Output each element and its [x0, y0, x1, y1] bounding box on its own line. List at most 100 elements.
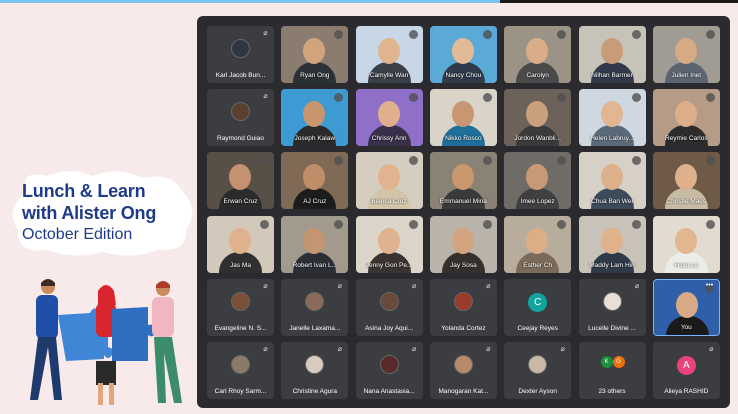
participant-tile[interactable]: Christie Maes: [652, 152, 720, 210]
participant-tile[interactable]: ⌀ Manogaran Kat...: [429, 342, 497, 399]
participant-name: Emmanuel Mina: [439, 198, 487, 206]
participant-tile[interactable]: Jordon Wanbli...: [504, 89, 572, 147]
participant-tile[interactable]: Chua Ban Wei: [578, 152, 646, 210]
participant-face: [600, 101, 623, 128]
participant-name: Imee Lopez: [520, 198, 555, 206]
puzzle-illustration: [30, 279, 182, 405]
participant-name: Jay Sosa: [450, 261, 477, 269]
others-tile[interactable]: K G 23 others: [578, 342, 646, 399]
participant-name: Ryan Ong: [300, 72, 330, 79]
participant-tile[interactable]: Julien Inet: [652, 26, 720, 83]
participant-tile[interactable]: Emmanuel Mina: [429, 152, 497, 210]
participant-tile[interactable]: A ⌀ Alieya RASHID: [652, 342, 720, 399]
participant-name: Joseph Kalaw: [294, 135, 336, 143]
avatar: [379, 355, 399, 374]
mic-muted-icon: [705, 30, 715, 39]
event-title-line2: with Alister Ong: [22, 203, 157, 223]
more-options-icon[interactable]: •••: [706, 282, 716, 289]
participant-tile[interactable]: Chrissy Ann: [355, 89, 423, 147]
participant-tile[interactable]: Maddy Lam Hin: [578, 215, 646, 273]
participant-tile[interactable]: AJ Cruz: [281, 152, 349, 210]
participant-name: You: [680, 323, 692, 331]
participant-face: [600, 227, 623, 254]
participant-tile[interactable]: C Ceejay Reyes: [504, 278, 572, 336]
participant-name: Nana Anastasia...: [363, 388, 415, 395]
participant-tile[interactable]: Carolyn: [504, 26, 572, 83]
participant-tile[interactable]: Hiciu Lu: [652, 215, 720, 273]
participant-name: Reymie Carlos: [664, 135, 708, 143]
mic-muted-icon: ⌀: [263, 282, 268, 290]
participant-face: [674, 38, 697, 64]
participant-tile[interactable]: Nancy Chou: [429, 26, 497, 83]
participant-tile[interactable]: Ryan Ong: [281, 26, 349, 83]
self-video-tile[interactable]: ••• You: [652, 278, 720, 336]
avatar: [453, 355, 473, 374]
participant-tile[interactable]: Bianca Cruz: [355, 152, 423, 210]
participant-tile[interactable]: Helen Labruy...: [578, 89, 646, 147]
participant-tile[interactable]: ⌀ Nana Anastasia...: [355, 342, 423, 399]
mic-muted-icon: [408, 156, 418, 166]
participant-tile[interactable]: ⌀ Karl Jacob Bun...: [207, 26, 274, 83]
participant-tile[interactable]: ⌀ Evangeline N. S...: [207, 278, 274, 336]
event-subtitle: October Edition: [22, 226, 133, 243]
participant-name: Chrissy Ann: [371, 135, 407, 143]
mic-muted-icon: ⌀: [560, 346, 565, 353]
mic-muted-icon: ⌀: [634, 282, 640, 290]
participant-name: AJ Cruz: [303, 198, 327, 206]
participant-tile[interactable]: Erwan Cruz: [207, 152, 274, 210]
participant-name: Jordon Wanbli...: [514, 135, 562, 143]
mic-muted-icon: ⌀: [486, 346, 491, 353]
participant-face: [229, 227, 251, 254]
participant-tile[interactable]: Camylle Wan: [355, 26, 423, 83]
mic-muted-icon: ⌀: [263, 346, 268, 353]
mic-muted-icon: [408, 30, 418, 39]
participant-tile[interactable]: Esther Ch: [504, 215, 572, 273]
others-avatars: KG: [600, 356, 625, 368]
participant-tile[interactable]: Reymie Carlos: [652, 89, 720, 147]
participant-name: Dexter Ayson: [518, 388, 557, 395]
participant-name: Hiciu Lu: [674, 261, 699, 269]
participant-tile[interactable]: ⌀ Lucelle Divine ...: [578, 278, 646, 336]
participant-name: Ceejay Reyes: [517, 324, 558, 332]
participant-tile[interactable]: Jas Ma: [207, 215, 274, 273]
event-title-line1: Lunch & Learn: [22, 181, 146, 201]
participant-face: [377, 38, 400, 64]
participant-name: 23 others: [598, 388, 626, 395]
others-avatar-letter: G: [612, 356, 625, 368]
participant-name: Yolanda Cortez: [441, 324, 486, 332]
mic-muted-icon: [705, 219, 715, 229]
participant-tile[interactable]: ⌀ Yolanda Cortez: [429, 278, 497, 336]
participant-name: Jas Ma: [230, 261, 251, 269]
participant-tile[interactable]: ⌀ Dexter Ayson: [504, 342, 572, 399]
avatar: [379, 291, 399, 311]
participant-name: Asina Joy Aqui...: [365, 324, 414, 332]
mic-muted-icon: [260, 219, 269, 229]
mic-muted-icon: ⌀: [411, 346, 417, 353]
participant-tile[interactable]: Jenny Gon Pe...: [355, 215, 423, 273]
participant-tile[interactable]: ⌀ Christine Agura: [281, 342, 349, 399]
participant-name: Esther Ch: [523, 261, 553, 269]
participant-face: [377, 101, 400, 128]
avatar: [528, 355, 548, 374]
participant-face: [674, 227, 697, 254]
participant-tile[interactable]: Jay Sosa: [429, 215, 497, 273]
avatar: [305, 355, 325, 374]
participant-tile[interactable]: Imee Lopez: [504, 152, 572, 210]
mic-muted-icon: [557, 219, 567, 229]
participant-tile[interactable]: ⌀ Carl Rhoy Sarm...: [207, 342, 274, 399]
participant-face: [526, 227, 549, 254]
participant-tile[interactable]: ⌀ Asina Joy Aqui...: [355, 278, 423, 336]
mic-muted-icon: [705, 93, 715, 103]
participant-name: Evangeline N. S...: [214, 324, 267, 332]
participant-name: Raymond Guiao: [217, 135, 264, 143]
participant-tile[interactable]: Joseph Kalaw: [281, 89, 349, 147]
avatar: [231, 355, 250, 374]
participant-tile[interactable]: ⌀ Raymond Guiao: [207, 89, 274, 147]
participant-tile[interactable]: ⌀ Janelle Laxama...: [281, 278, 349, 336]
participant-tile[interactable]: Robert Ivan L...: [281, 215, 349, 273]
participant-name: Robert Ivan L...: [292, 261, 338, 269]
mic-muted-icon: [631, 156, 641, 166]
participant-tile[interactable]: Nikko Rosco: [429, 89, 497, 147]
participant-tile[interactable]: Nilhan Barmer: [578, 26, 646, 83]
participant-name: Camylle Wan: [369, 72, 409, 79]
